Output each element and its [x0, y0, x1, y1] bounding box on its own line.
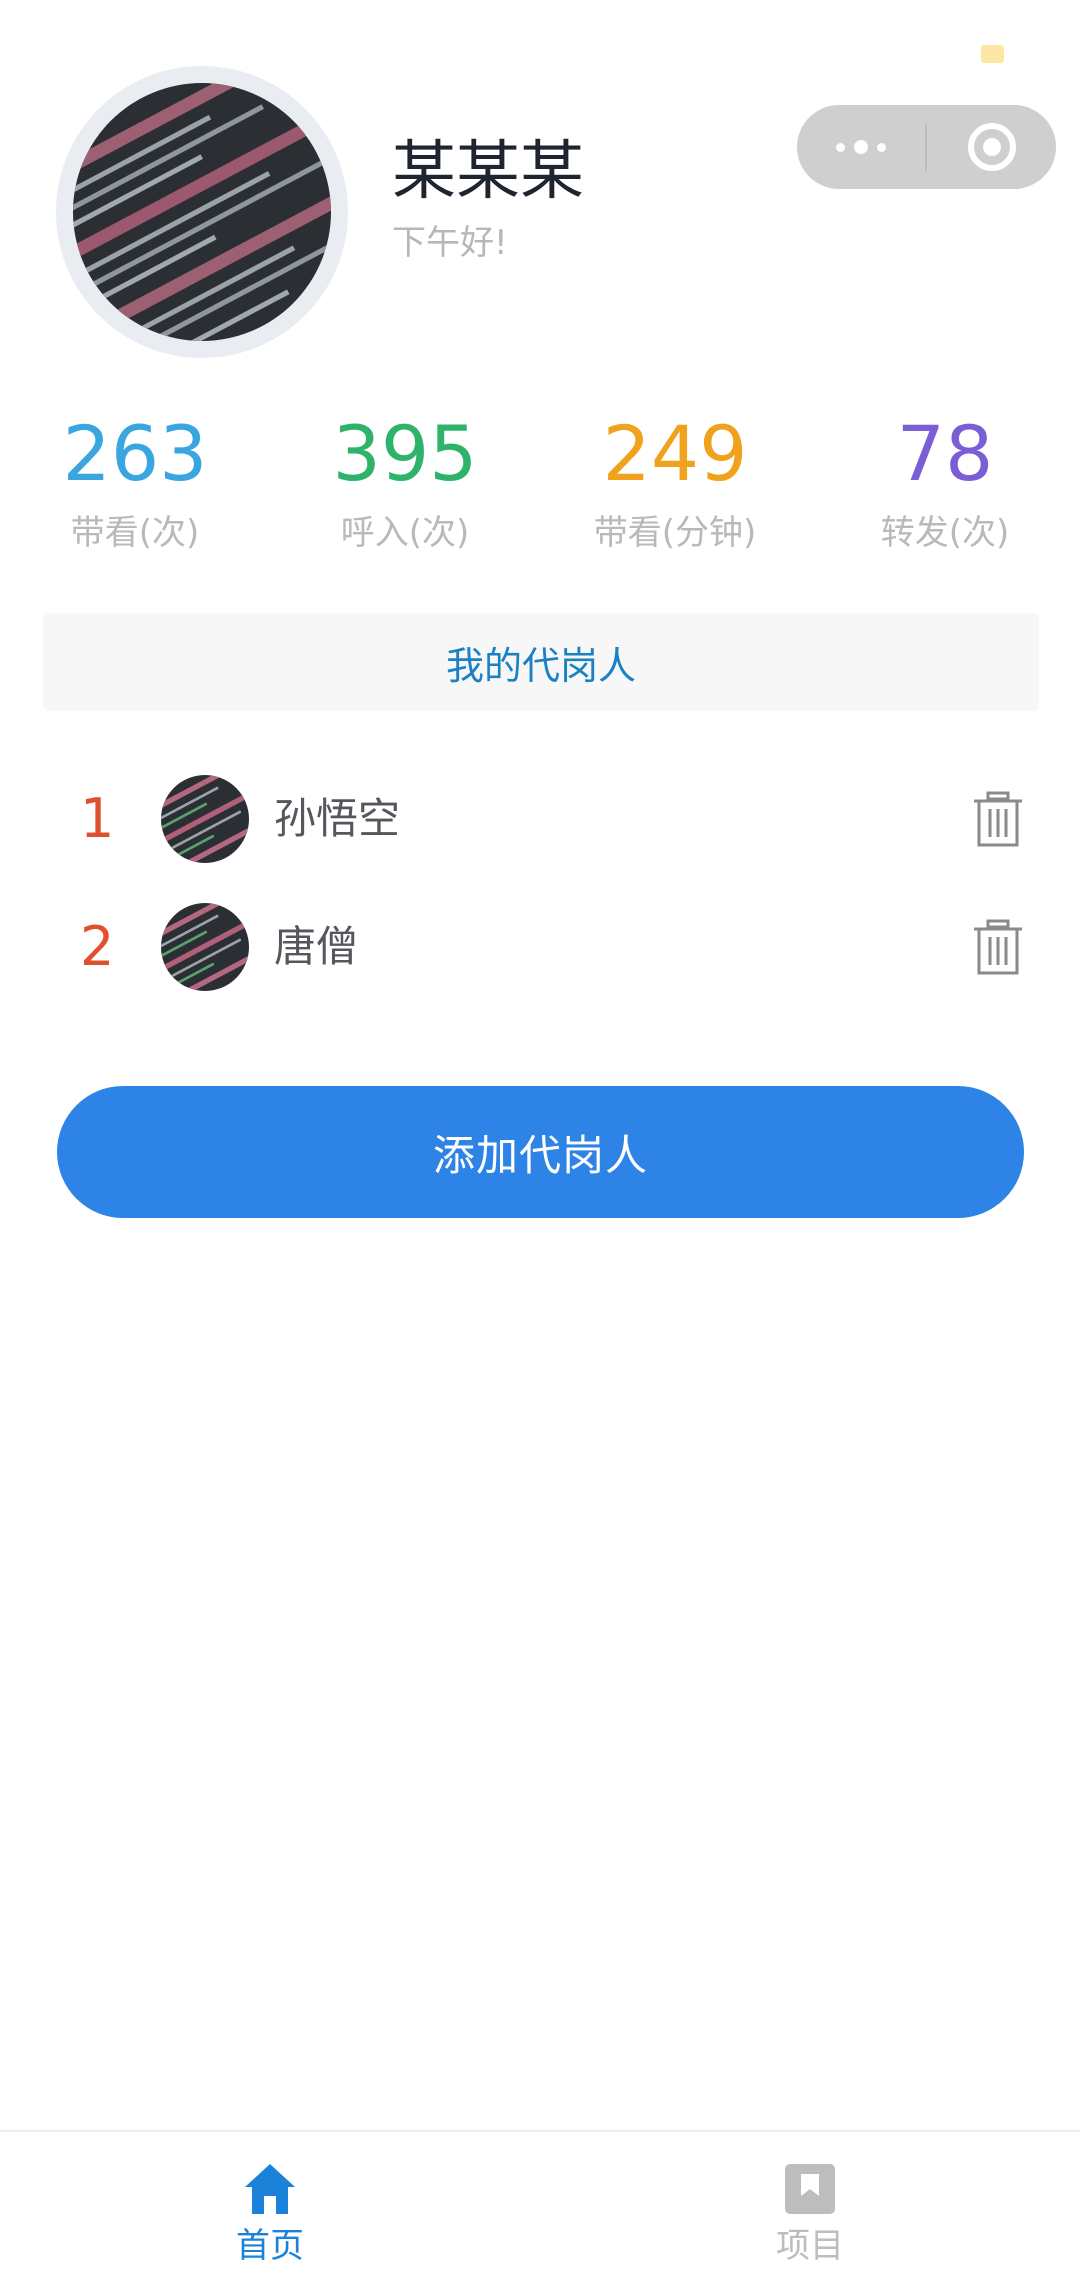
- stat-label: 带看(分钟): [593, 513, 757, 553]
- bottom-tab-bar: 首页 项目: [0, 2130, 1080, 2280]
- home-icon: [245, 2164, 295, 2214]
- stat-value: 263: [62, 409, 208, 498]
- section-header: 我的代岗人: [43, 613, 1039, 711]
- user-name: 某某某: [392, 135, 584, 209]
- stat-label: 呼入(次): [340, 513, 470, 553]
- tab-home[interactable]: 首页: [0, 2132, 540, 2280]
- stat-item: 249 带看(分钟): [540, 404, 810, 564]
- notification-indicator: [981, 45, 1004, 63]
- stats-row: 263 带看(次) 395 呼入(次) 249 带看(分钟) 78 转发(次): [0, 404, 1080, 564]
- tab-label: 项目: [776, 2226, 844, 2266]
- agent-name: 孙悟空: [274, 794, 401, 843]
- more-dot-icon: [836, 142, 845, 152]
- greeting-text: 下午好!: [392, 223, 508, 263]
- miniprogram-capsule: [797, 105, 1056, 189]
- trash-icon: [974, 919, 1022, 975]
- stat-label: 带看(次): [70, 513, 200, 553]
- agent-name: 唐僧: [274, 922, 359, 971]
- agent-avatar: [161, 903, 249, 991]
- tab-label: 首页: [236, 2226, 304, 2266]
- close-miniprogram-button[interactable]: [927, 105, 1056, 189]
- agent-avatar: [161, 775, 249, 863]
- user-avatar[interactable]: [56, 66, 348, 358]
- tab-project[interactable]: 项目: [540, 2132, 1080, 2280]
- list-item: 2 唐僧: [0, 899, 1080, 995]
- list-item: 1 孙悟空: [0, 771, 1080, 867]
- target-icon: [967, 123, 1016, 171]
- stat-label: 转发(次): [880, 513, 1010, 553]
- delete-agent-button[interactable]: [972, 791, 1024, 847]
- more-dot-icon: [877, 142, 886, 152]
- more-menu-button[interactable]: [797, 105, 925, 189]
- stat-item: 395 呼入(次): [270, 404, 540, 564]
- stat-value: 249: [602, 409, 748, 498]
- trash-icon: [974, 791, 1022, 847]
- stat-item: 263 带看(次): [0, 404, 270, 564]
- add-agent-button[interactable]: 添加代岗人: [57, 1086, 1024, 1218]
- delete-agent-button[interactable]: [972, 919, 1024, 975]
- stat-item: 78 转发(次): [810, 404, 1080, 564]
- avatar-image: [73, 83, 331, 341]
- stat-value: 78: [896, 409, 994, 498]
- bookmark-icon: [785, 2164, 835, 2214]
- more-dot-icon: [854, 140, 868, 154]
- stat-value: 395: [332, 409, 478, 498]
